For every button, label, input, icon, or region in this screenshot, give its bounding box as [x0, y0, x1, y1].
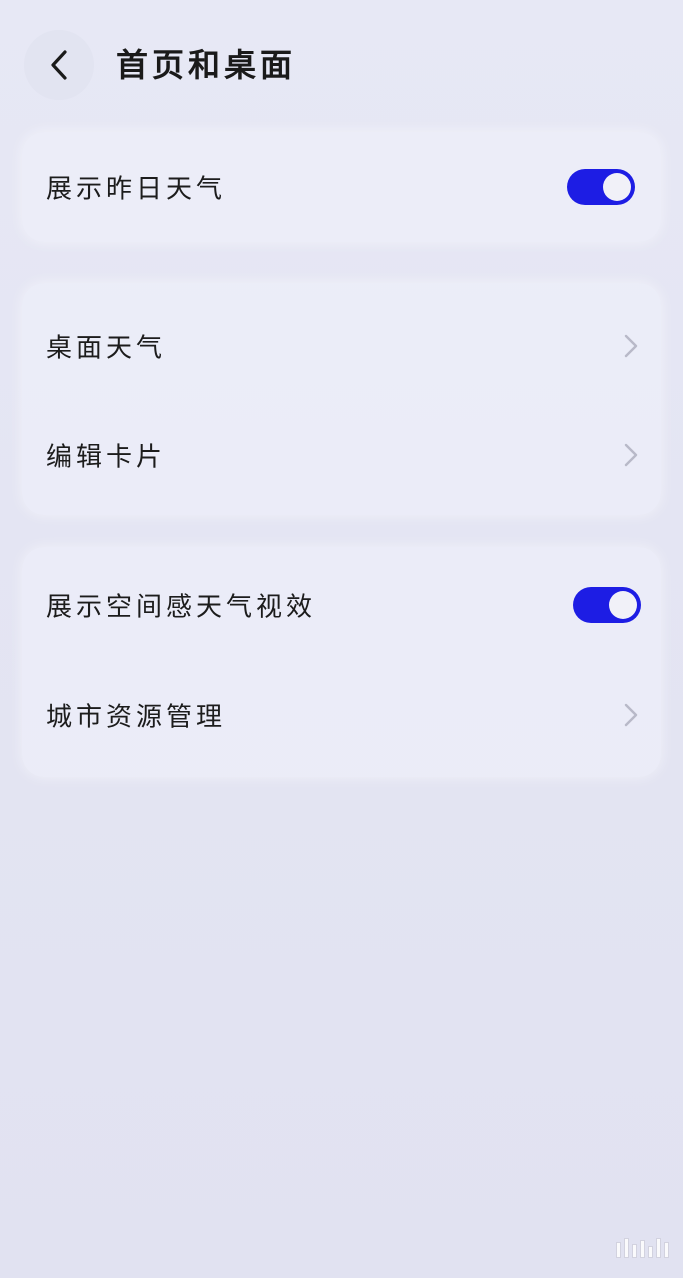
row-show-yesterday-weather[interactable]: 展示昨日天气: [22, 137, 661, 237]
row-spatial-weather-effects[interactable]: 展示空间感天气视效: [22, 555, 661, 655]
toggle-knob: [603, 173, 631, 201]
row-desktop-weather[interactable]: 桌面天气: [22, 296, 661, 396]
header: 首页和桌面: [0, 0, 683, 130]
row-label: 编辑卡片: [46, 442, 167, 473]
row-label: 城市资源管理: [46, 702, 227, 733]
chevron-right-icon: [623, 333, 639, 359]
toggle-knob: [609, 591, 637, 619]
chevron-left-icon: [46, 48, 72, 82]
page-title: 首页和桌面: [116, 46, 297, 84]
chevron-right-icon: [623, 702, 639, 728]
row-label: 展示昨日天气: [46, 174, 227, 205]
row-edit-cards[interactable]: 编辑卡片: [22, 405, 661, 505]
watermark-logo: [616, 1238, 669, 1258]
settings-group-2: 桌面天气 编辑卡片: [22, 283, 661, 515]
row-city-resource-management[interactable]: 城市资源管理: [22, 665, 661, 765]
chevron-right-icon: [623, 442, 639, 468]
show-yesterday-weather-toggle[interactable]: [567, 169, 635, 205]
row-label: 桌面天气: [46, 333, 167, 364]
spatial-weather-effects-toggle[interactable]: [573, 587, 641, 623]
back-button[interactable]: [24, 30, 94, 100]
settings-group-3: 展示空间感天气视效 城市资源管理: [22, 547, 661, 777]
settings-group-1: 展示昨日天气: [22, 132, 661, 242]
row-label: 展示空间感天气视效: [46, 592, 317, 623]
